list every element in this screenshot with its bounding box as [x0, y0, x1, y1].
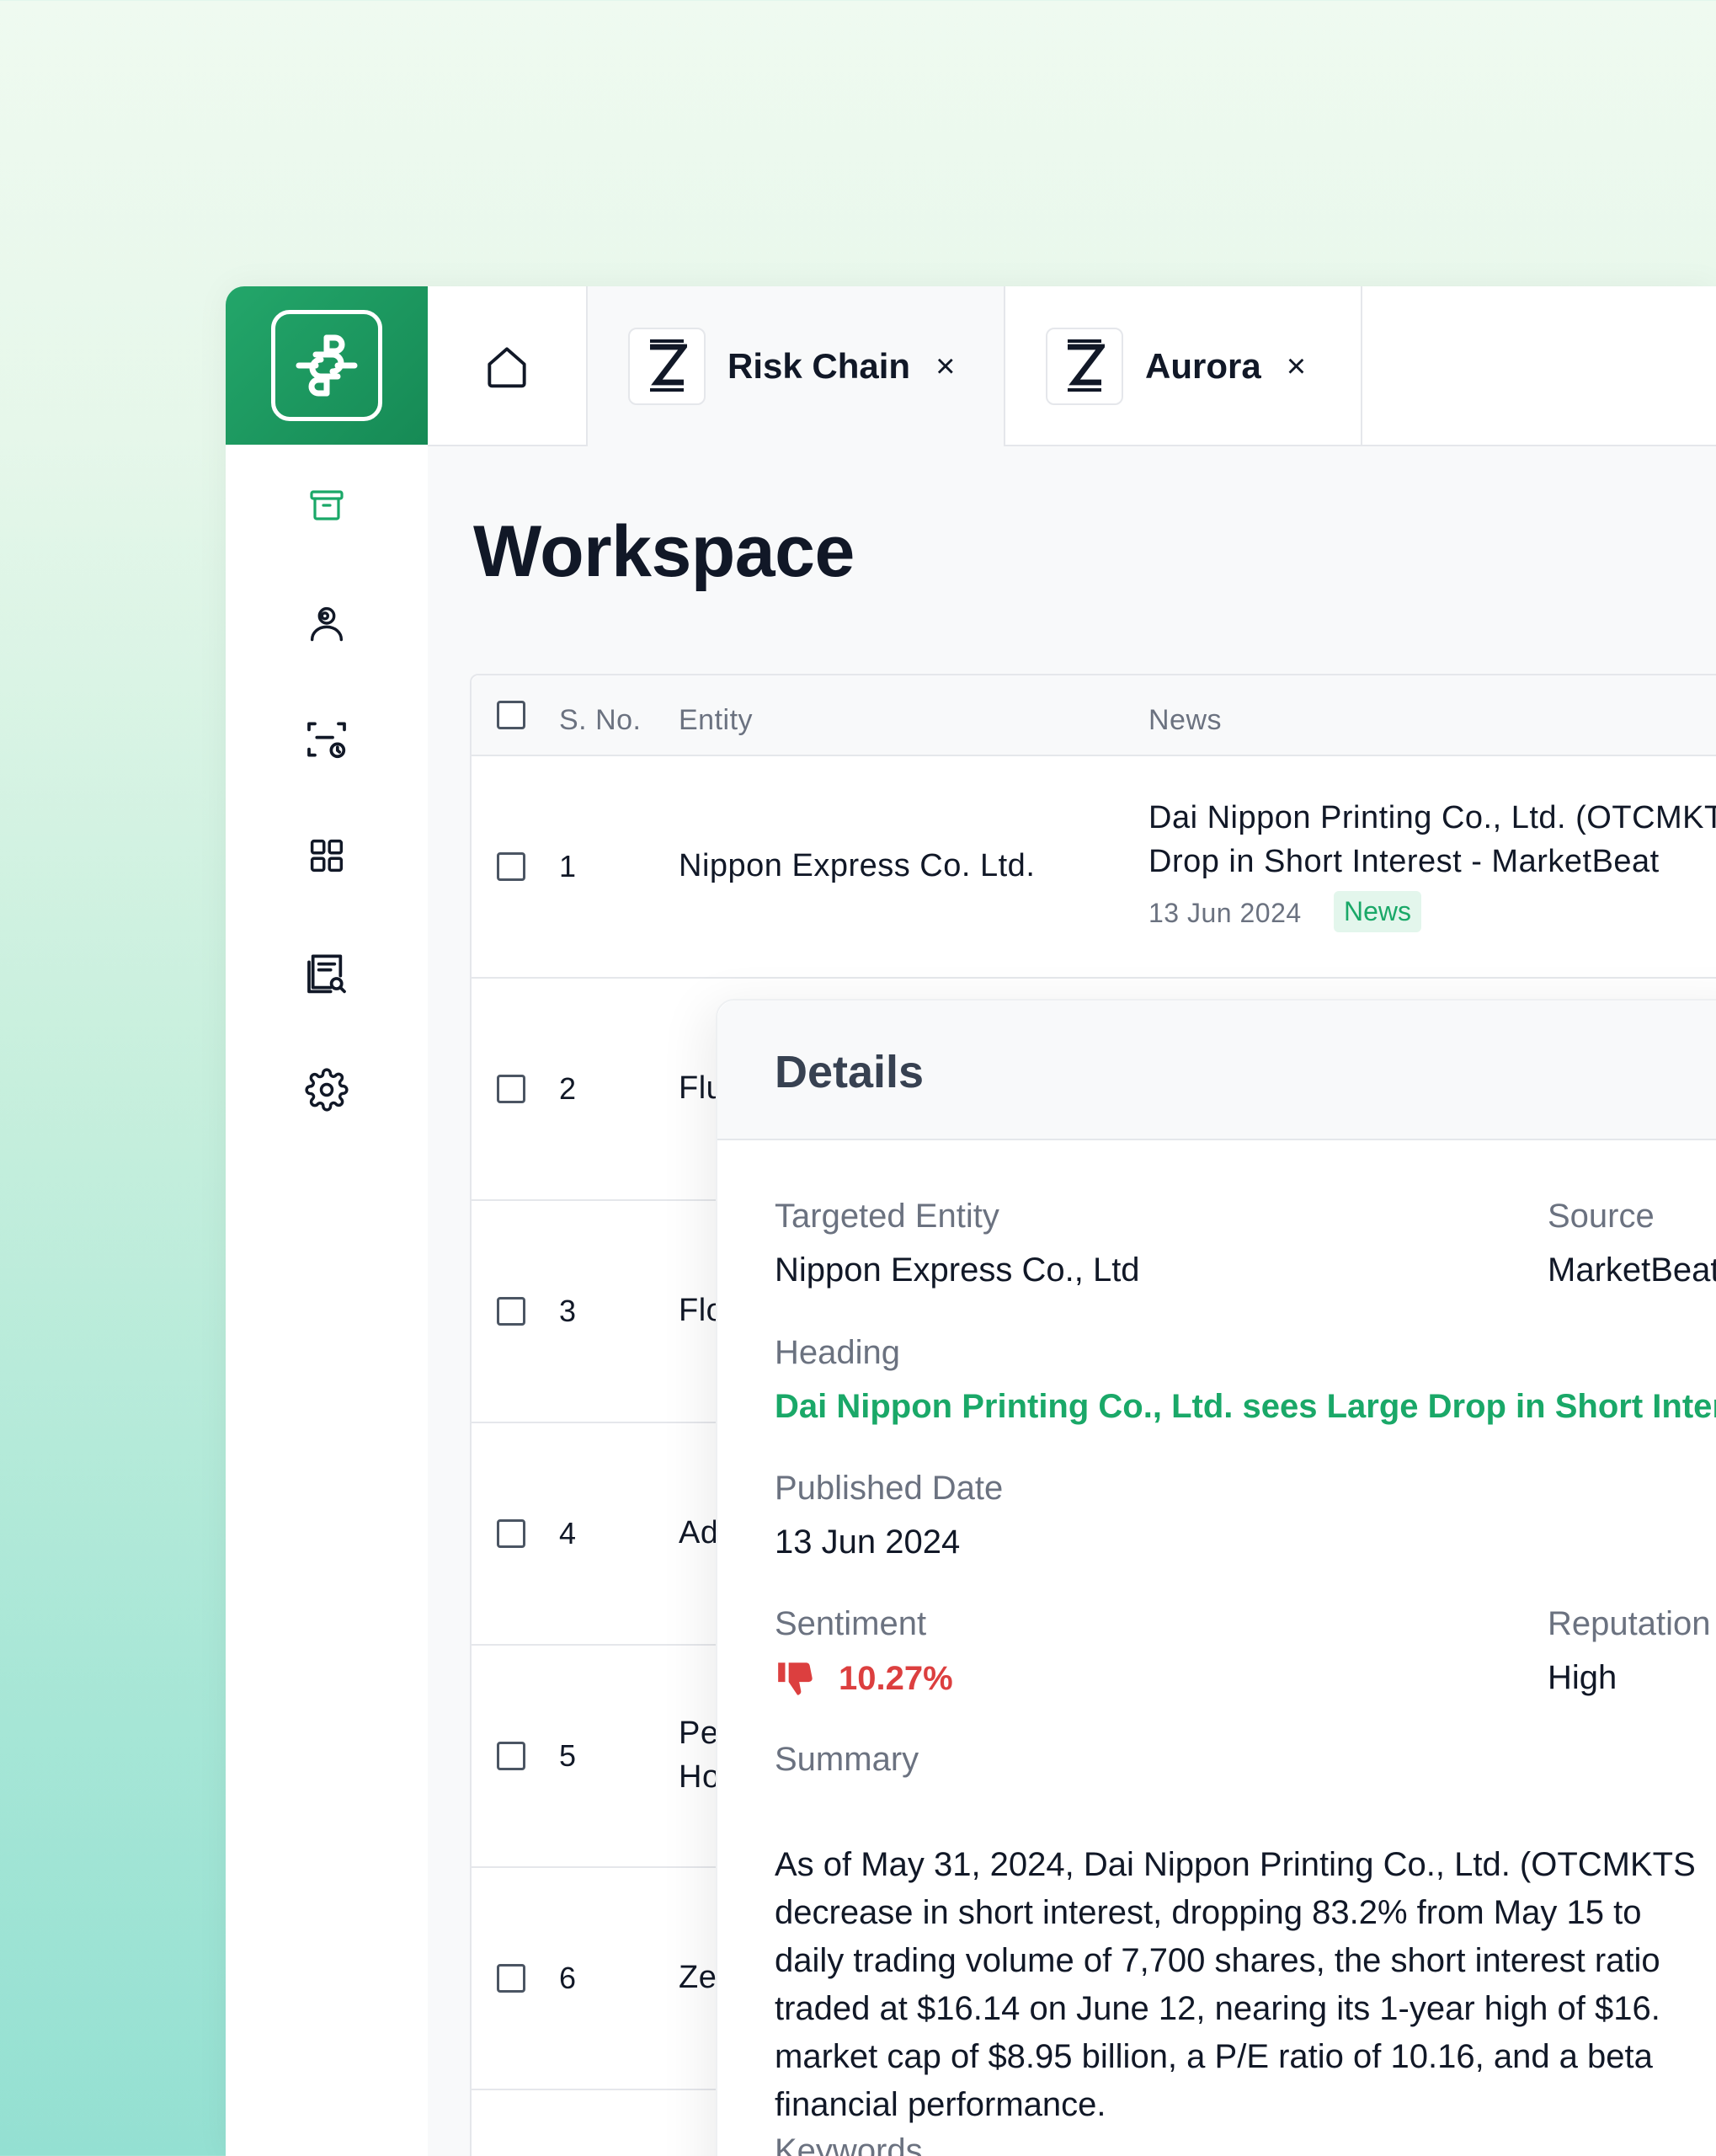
sentiment-value-group: 10.27% — [775, 1659, 953, 1698]
entity-name-line-2: Ho — [679, 1759, 721, 1795]
source-label: Source — [1548, 1198, 1655, 1235]
scan-clock-icon[interactable] — [303, 716, 350, 763]
row-checkbox[interactable] — [497, 1742, 525, 1770]
source-value: MarketBeat — [1548, 1251, 1716, 1289]
entity-name: Ze — [679, 1960, 717, 1995]
targeted-entity-value: Nippon Express Co., Ltd — [775, 1251, 1140, 1289]
thumbs-down-icon — [775, 1659, 817, 1698]
header-news: News — [1148, 704, 1223, 736]
select-all-checkbox[interactable] — [497, 701, 525, 729]
news-title-line-1[interactable]: Dai Nippon Printing Co., Ltd. (OTCMKTS — [1148, 800, 1716, 836]
row-number: 5 — [559, 1738, 577, 1773]
row-number: 1 — [559, 849, 577, 883]
summary-line: As of May 31, 2024, Dai Nippon Printing … — [775, 1846, 1696, 1883]
keywords-label: Keywords — [775, 2132, 923, 2156]
grid-icon[interactable] — [303, 832, 350, 879]
close-icon[interactable]: × — [935, 350, 955, 383]
heading-link[interactable]: Dai Nippon Printing Co., Ltd. sees Large… — [775, 1388, 1716, 1426]
summary-line: daily trading volume of 7,700 shares, th… — [775, 1942, 1660, 1979]
news-badge: News — [1334, 891, 1422, 932]
summary-line: traded at $16.14 on June 12, nearing its… — [775, 1990, 1660, 2027]
row-number: 2 — [559, 1071, 577, 1106]
summary-label: Summary — [775, 1741, 919, 1778]
sentiment-label: Sentiment — [775, 1605, 927, 1642]
header-entity: Entity — [679, 704, 754, 736]
row-number: 4 — [559, 1516, 577, 1550]
news-date: 13 Jun 2024 — [1148, 898, 1302, 928]
archive-icon[interactable] — [303, 482, 350, 529]
summary-line: market cap of $8.95 billion, a P/E ratio… — [775, 2038, 1653, 2075]
tab-aurora[interactable]: Aurora × — [1005, 286, 1362, 446]
gear-icon[interactable] — [303, 1066, 350, 1113]
tab-label: Risk Chain — [727, 346, 911, 386]
targeted-entity-label: Targeted Entity — [775, 1198, 999, 1235]
tab-risk-chain[interactable]: Risk Chain × — [588, 286, 1005, 446]
summary-text: As of May 31, 2024, Dai Nippon Printing … — [775, 1841, 1696, 2129]
entity-name: Nippon Express Co. Ltd. — [679, 848, 1036, 883]
published-date-label: Published Date — [775, 1470, 1004, 1507]
row-checkbox[interactable] — [497, 1964, 525, 1993]
row-number: 3 — [559, 1294, 577, 1328]
published-date-value: 13 Jun 2024 — [775, 1524, 961, 1561]
app-logo[interactable] — [226, 286, 428, 445]
close-icon[interactable]: × — [1287, 350, 1306, 383]
heading-label: Heading — [775, 1334, 901, 1371]
row-checkbox[interactable] — [497, 1297, 525, 1326]
details-header: Details — [717, 1001, 1716, 1140]
news-title-line-2[interactable]: Drop in Short Interest - MarketBeat — [1148, 844, 1660, 880]
header-sno: S. No. — [559, 704, 642, 736]
logo-mark — [271, 310, 382, 421]
summary-line: decrease in short interest, dropping 83.… — [775, 1894, 1642, 1931]
user-search-icon[interactable] — [303, 600, 350, 647]
z-logo-icon — [628, 328, 706, 405]
entity-name: Pe — [679, 1716, 719, 1751]
z-logo-icon — [1046, 328, 1123, 405]
document-search-icon[interactable] — [303, 948, 350, 995]
table-header: S. No. Entity News — [472, 675, 1716, 756]
tab-label: Aurora — [1145, 346, 1261, 386]
tab-bar: Risk Chain × Aurora × — [428, 286, 1716, 446]
reputation-label: Reputation — [1548, 1605, 1711, 1642]
sentiment-value: 10.27% — [839, 1659, 953, 1697]
entity-name: Ad — [679, 1515, 719, 1550]
row-checkbox[interactable] — [497, 1519, 525, 1548]
row-checkbox[interactable] — [497, 852, 525, 881]
details-panel: Details Targeted Entity Nippon Express C… — [716, 999, 1716, 2156]
row-checkbox[interactable] — [497, 1075, 525, 1103]
summary-line: financial performance. — [775, 2086, 1106, 2123]
page-title: Workspace — [473, 511, 855, 592]
sidebar — [226, 445, 428, 2156]
details-title: Details — [775, 1047, 925, 1097]
row-number: 6 — [559, 1961, 577, 1995]
home-tab[interactable] — [428, 286, 588, 446]
reputation-value: High — [1548, 1659, 1617, 1696]
table-row[interactable]: 1 Nippon Express Co. Ltd. Dai Nippon Pri… — [472, 756, 1716, 979]
